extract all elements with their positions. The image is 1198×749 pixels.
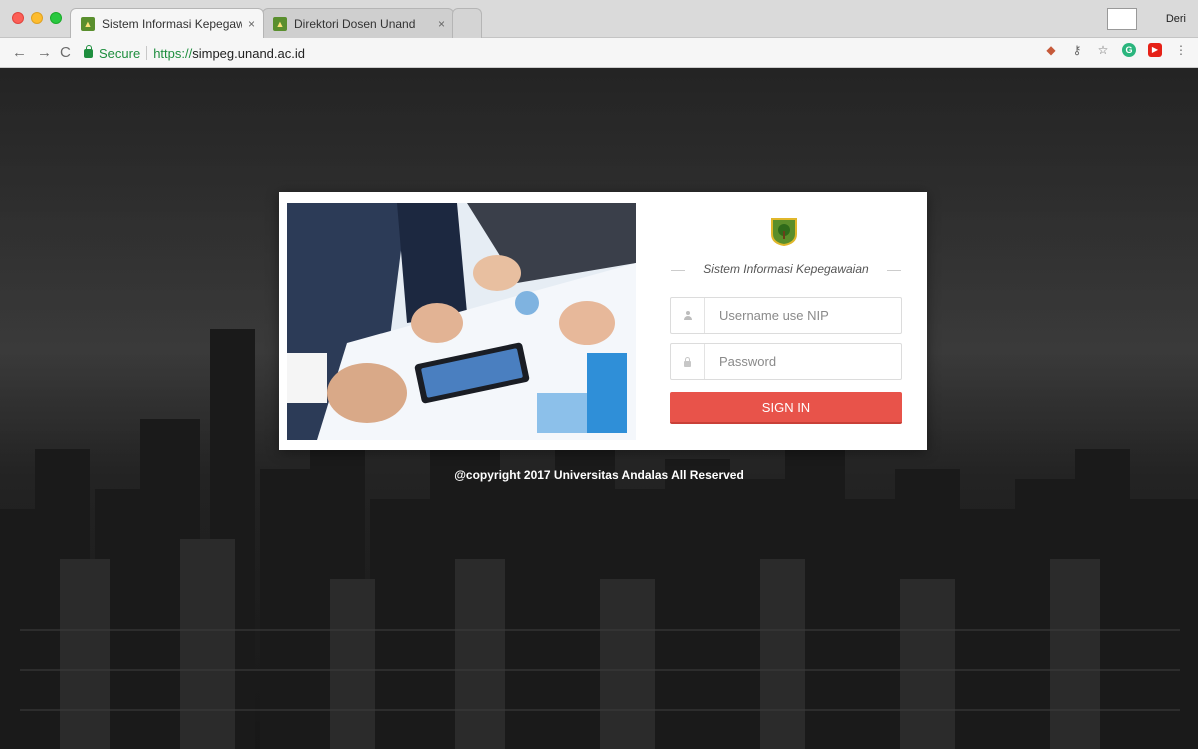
forward-button[interactable]: → [37,43,52,63]
back-button[interactable]: ← [12,43,27,63]
key-icon[interactable]: ⚷ [1070,43,1084,57]
tab-title: Direktori Dosen Unand [294,16,416,31]
business-meeting-image [287,203,636,440]
page-background: Sistem Informasi Kepegawaian SIGN IN @co… [0,68,1198,749]
tab-simpeg[interactable]: ▲ Sistem Informasi Kepegawaian × [70,8,264,38]
lock-icon [671,344,705,379]
system-title: Sistem Informasi Kepegawaian [665,262,907,276]
url-text[interactable]: https://simpeg.unand.ac.id [153,46,305,61]
password-field [670,343,902,380]
password-input[interactable] [717,344,897,379]
toolbar: ← → C Secure https://simpeg.unand.ac.id … [0,38,1198,68]
url-scheme: https:// [153,45,193,61]
tab-title: Sistem Informasi Kepegawaian [102,16,242,31]
grammarly-icon[interactable]: G [1122,43,1136,57]
tab-close-icon[interactable]: × [438,17,445,31]
security-label: Secure [99,45,141,61]
tab-direktori[interactable]: ▲ Direktori Dosen Unand × [262,8,454,38]
lock-icon [84,44,93,58]
sign-in-button[interactable]: SIGN IN [670,392,902,424]
login-card: Sistem Informasi Kepegawaian SIGN IN [279,192,927,450]
video-icon[interactable]: ▶ [1148,43,1162,57]
reload-button[interactable]: C [60,43,71,63]
profile-name[interactable]: Deri [1166,13,1186,25]
close-window-button[interactable] [12,12,24,24]
unand-favicon-icon: ▲ [273,16,287,31]
extension-icon[interactable]: ◆ [1044,43,1058,57]
maximize-window-button[interactable] [50,12,62,24]
url-host: simpeg.unand.ac.id [192,45,305,61]
username-field [670,297,902,334]
unand-logo-icon [771,218,797,246]
menu-icon[interactable]: ⋮ [1174,43,1188,57]
user-icon [671,298,705,333]
minimize-window-button[interactable] [31,12,43,24]
tab-close-icon[interactable]: × [248,17,255,31]
profile-avatar[interactable] [1107,8,1137,30]
username-input[interactable] [717,298,897,333]
copyright-text: @copyright 2017 Universitas Andalas All … [454,468,744,482]
toolbar-icons: ◆ ⚷ ☆ G ▶ ⋮ [1044,43,1188,57]
address-bar[interactable]: Secure https://simpeg.unand.ac.id [80,42,1070,64]
star-icon[interactable]: ☆ [1096,43,1110,57]
tab-strip: ▲ Sistem Informasi Kepegawaian × ▲ Direk… [0,0,1198,38]
unand-favicon-icon: ▲ [81,16,95,31]
new-tab-button[interactable] [452,8,482,38]
divider [146,46,148,60]
login-form: Sistem Informasi Kepegawaian SIGN IN [645,192,927,450]
